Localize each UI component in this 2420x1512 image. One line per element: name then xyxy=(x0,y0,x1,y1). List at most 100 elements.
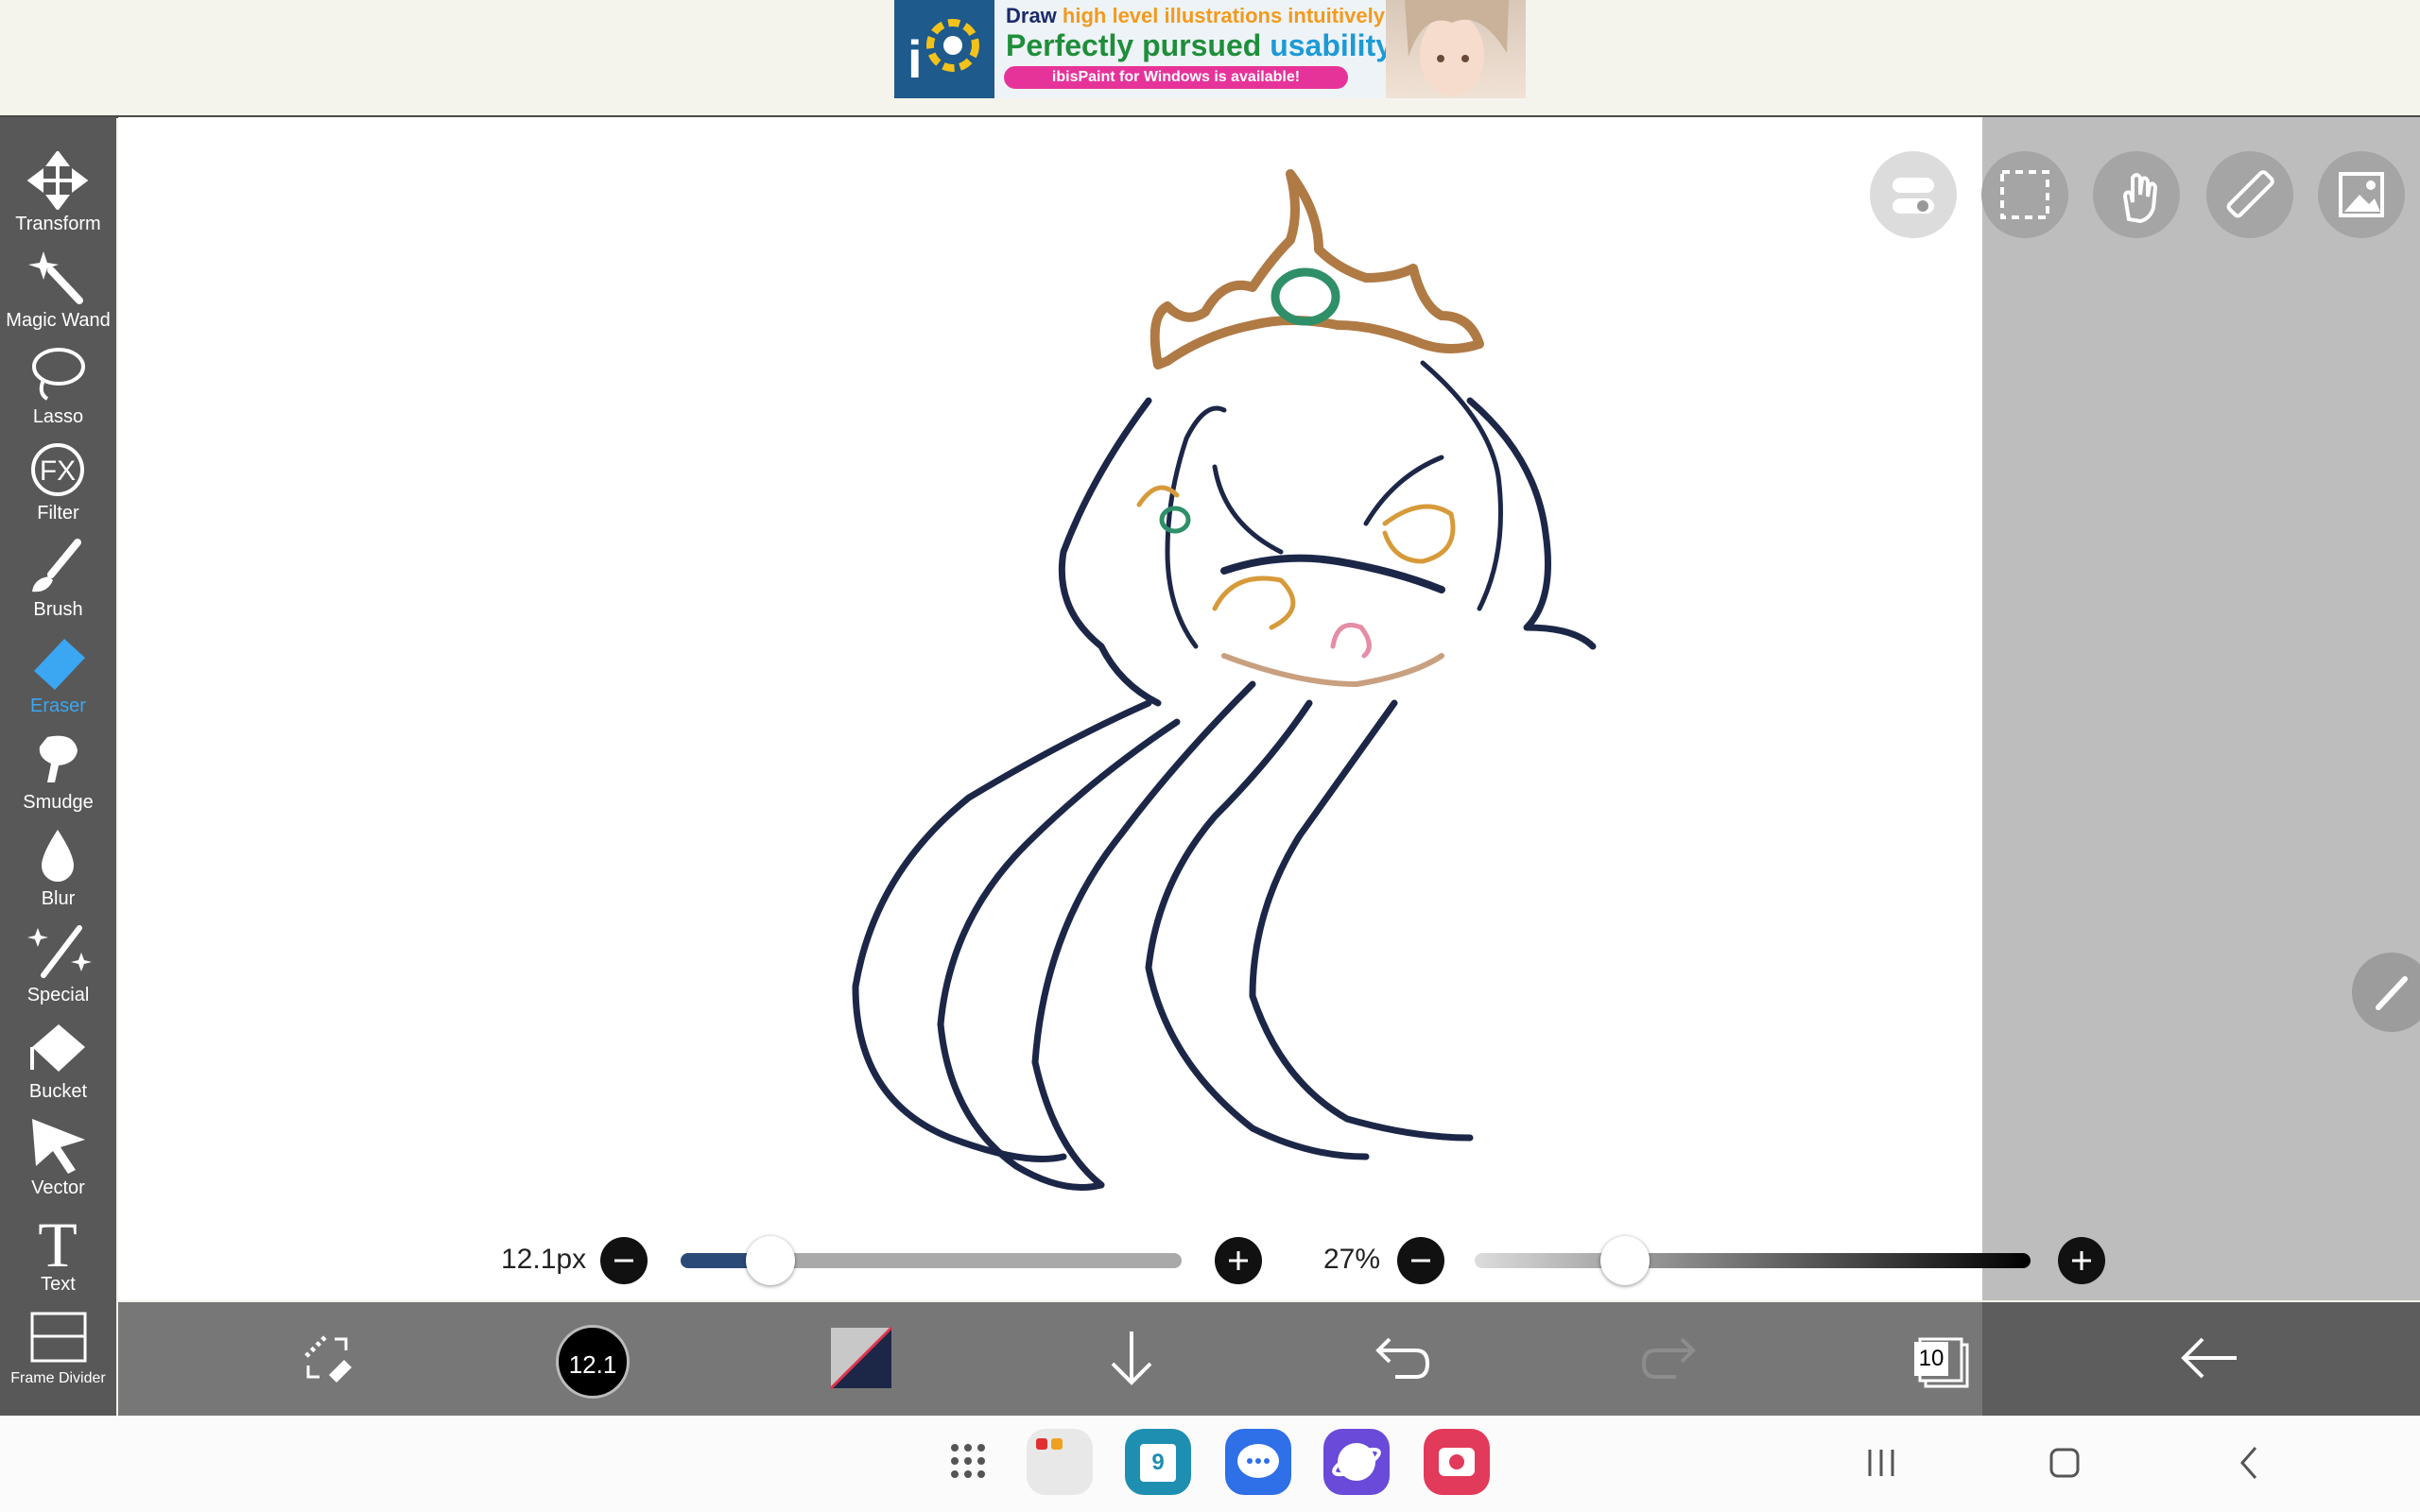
swap-tool-button[interactable] xyxy=(287,1318,367,1398)
tool-sidebar: Transform Magic Wand Lasso FX Filter Bru… xyxy=(0,117,116,1416)
redo-icon xyxy=(1641,1337,1696,1379)
ad-headline-1: Draw high level illustrations intuitivel… xyxy=(1006,4,1392,28)
reference-image-button[interactable] xyxy=(2318,151,2405,238)
selection-icon xyxy=(2000,170,2049,219)
pencil-handle-button[interactable] xyxy=(2352,953,2420,1032)
fx-icon: FX xyxy=(31,443,84,496)
recent-apps-icon[interactable] xyxy=(1862,1444,1900,1482)
plus-icon xyxy=(1229,1251,1248,1270)
minus-icon xyxy=(614,1259,633,1263)
lasso-icon xyxy=(32,348,85,401)
redo-button[interactable] xyxy=(1631,1318,1710,1398)
tool-label: Vector xyxy=(31,1177,85,1198)
smudge-icon xyxy=(39,735,78,782)
calendar-day: 9 xyxy=(1151,1450,1165,1475)
tool-smudge[interactable]: Smudge xyxy=(0,724,116,820)
ad-headline-2-a: Perfectly pursued xyxy=(1006,28,1270,62)
ad-bar: i Draw high level illustrations intuitiv… xyxy=(0,0,2420,118)
tool-bucket[interactable]: Bucket xyxy=(0,1013,116,1109)
reference-image-icon xyxy=(2339,172,2384,217)
opacity-slider-track[interactable] xyxy=(1475,1253,2031,1268)
tool-label: Bucket xyxy=(28,1081,88,1102)
special-sparkle-icon xyxy=(27,925,92,978)
tool-label: Special xyxy=(26,985,90,1005)
size-decrease-button[interactable] xyxy=(600,1237,648,1284)
hand-icon xyxy=(2122,173,2158,224)
calendar-app-icon[interactable]: 9 xyxy=(1125,1429,1191,1495)
messages-app-icon[interactable] xyxy=(1225,1429,1291,1495)
internet-app-icon[interactable] xyxy=(1323,1429,1390,1495)
bucket-icon xyxy=(30,1024,85,1072)
minus-icon xyxy=(1411,1259,1430,1263)
magic-wand-icon xyxy=(28,251,83,304)
ad-character-image xyxy=(1386,0,1526,98)
ibispaint-logo: i xyxy=(894,0,994,98)
ruler-icon xyxy=(2226,170,2274,218)
nav-back-icon[interactable] xyxy=(2231,1444,2269,1482)
tool-label: Text xyxy=(41,1274,76,1295)
app-grid-icon[interactable] xyxy=(945,1438,991,1484)
camera-app-icon[interactable] xyxy=(1424,1429,1490,1495)
tool-vector[interactable]: Vector xyxy=(0,1109,116,1206)
back-button[interactable] xyxy=(2169,1318,2248,1398)
ad-pill: ibisPaint for Windows is available! xyxy=(1004,66,1348,89)
canvas-side-area xyxy=(1982,117,2420,1300)
tool-label: Transform xyxy=(15,214,101,234)
tool-label: Brush xyxy=(33,599,83,620)
text-t-icon: T xyxy=(38,1211,78,1270)
ad-banner[interactable]: i Draw high level illustrations intuitiv… xyxy=(894,0,1526,98)
undo-button[interactable] xyxy=(1361,1318,1441,1398)
tool-label: Eraser xyxy=(30,696,86,716)
size-value: 12.1px xyxy=(501,1244,587,1275)
download-arrow-icon xyxy=(1111,1332,1152,1385)
opacity-increase-button[interactable] xyxy=(2058,1237,2105,1284)
toggle-button[interactable] xyxy=(1870,151,1957,238)
artwork-sketch xyxy=(852,169,1597,1191)
folder-app-icon[interactable] xyxy=(1027,1429,1093,1495)
tool-label: Lasso xyxy=(32,406,84,427)
back-arrow-icon xyxy=(2181,1337,2237,1379)
tool-eraser[interactable]: Eraser xyxy=(0,627,116,724)
tool-special[interactable]: Special xyxy=(0,917,116,1013)
opacity-value: 27% xyxy=(1323,1244,1381,1275)
tool-transform[interactable]: Transform xyxy=(0,146,116,242)
tool-label: Blur xyxy=(41,888,76,909)
opacity-slider-knob[interactable] xyxy=(1599,1236,1650,1285)
pencil-icon xyxy=(2376,976,2408,1010)
plus-icon xyxy=(2072,1251,2091,1270)
ad-headline-2: Perfectly pursued usability! xyxy=(1006,28,1403,63)
tool-text[interactable]: T Text xyxy=(0,1206,116,1302)
tool-blur[interactable]: Blur xyxy=(0,820,116,917)
color-swatch-button[interactable] xyxy=(821,1318,901,1398)
ad-headline-1-a: Draw xyxy=(1006,4,1063,27)
drawing-canvas[interactable] xyxy=(118,117,1982,1300)
size-increase-button[interactable] xyxy=(1215,1237,1262,1284)
svg-text:FX: FX xyxy=(40,455,76,487)
svg-text:i: i xyxy=(908,29,923,89)
eraser-icon xyxy=(34,639,85,690)
brush-size-indicator[interactable]: 12.1 xyxy=(556,1325,630,1399)
opacity-decrease-button[interactable] xyxy=(1397,1237,1444,1284)
size-slider-knob[interactable] xyxy=(746,1236,796,1285)
tool-magic-wand[interactable]: Magic Wand xyxy=(0,242,116,338)
tool-brush[interactable]: Brush xyxy=(0,531,116,627)
ad-headline-2-b: usability! xyxy=(1270,28,1403,62)
home-icon[interactable] xyxy=(2046,1444,2083,1482)
tool-label: Smudge xyxy=(23,792,94,813)
layers-count: 10 xyxy=(1914,1342,1948,1376)
tool-filter[interactable]: FX Filter xyxy=(0,435,116,531)
color-swatch-icon xyxy=(829,1326,893,1390)
swap-tool-icon xyxy=(304,1335,352,1383)
blur-drop-icon xyxy=(42,830,74,882)
selection-button[interactable] xyxy=(1981,151,2068,238)
hand-button[interactable] xyxy=(2093,151,2180,238)
tool-label: Frame Divider xyxy=(10,1370,106,1386)
tool-lasso[interactable]: Lasso xyxy=(0,338,116,435)
download-button[interactable] xyxy=(1092,1318,1171,1398)
undo-icon xyxy=(1375,1337,1430,1379)
tool-frame-divider[interactable]: Frame Divider xyxy=(0,1302,116,1399)
brush-icon xyxy=(32,539,81,593)
tool-label: Filter xyxy=(37,503,79,524)
svg-text:T: T xyxy=(38,1211,78,1270)
ruler-button[interactable] xyxy=(2206,151,2293,238)
